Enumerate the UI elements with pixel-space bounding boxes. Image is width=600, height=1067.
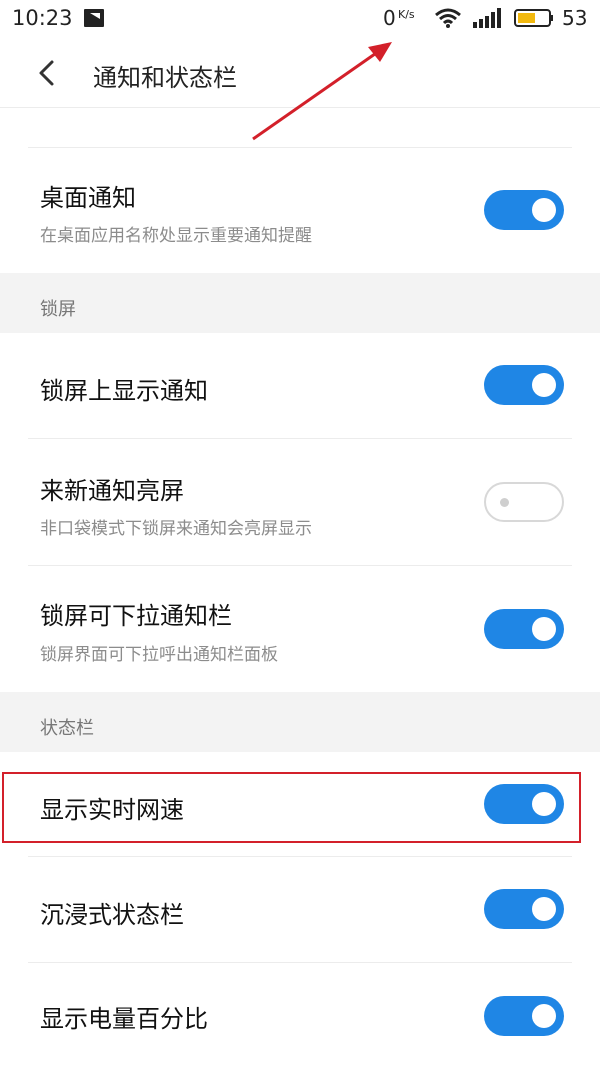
immersive-statusbar-toggle[interactable]: [484, 889, 564, 929]
wifi-icon: [435, 8, 461, 28]
wake-on-notification-toggle[interactable]: [484, 482, 564, 522]
page-title: 通知和状态栏: [93, 64, 237, 92]
setting-immersive-statusbar[interactable]: 沉浸式状态栏: [0, 857, 600, 962]
toggle-knob: [532, 198, 556, 222]
lockscreen-show-toggle[interactable]: [484, 365, 564, 405]
toggle-knob: [532, 373, 556, 397]
setting-subtitle: 非口袋模式下锁屏来通知会亮屏显示: [40, 519, 312, 539]
battery-percentage-toggle[interactable]: [484, 996, 564, 1036]
setting-title: 锁屏可下拉通知栏: [40, 602, 232, 630]
setting-title: 锁屏上显示通知: [40, 377, 208, 405]
status-time: 10:23: [12, 6, 73, 30]
notification-icon: [84, 9, 104, 27]
setting-title: 显示电量百分比: [40, 1005, 208, 1033]
desktop-notification-toggle[interactable]: [484, 190, 564, 230]
chevron-left-icon[interactable]: [30, 56, 64, 90]
toggle-knob: [500, 498, 509, 507]
signal-icon: [473, 8, 501, 28]
setting-wake-on-notification[interactable]: 来新通知亮屏 非口袋模式下锁屏来通知会亮屏显示: [0, 439, 600, 565]
setting-lockscreen-show-notification[interactable]: 锁屏上显示通知: [0, 333, 600, 438]
battery-icon: [514, 9, 553, 27]
section-label: 锁屏: [40, 299, 76, 320]
status-bar: 10:23 0 K/s 53: [0, 0, 600, 38]
toggle-knob: [532, 897, 556, 921]
setting-lockscreen-pulldown[interactable]: 锁屏可下拉通知栏 锁屏界面可下拉呼出通知栏面板: [0, 566, 600, 692]
app-header: 通知和状态栏: [0, 38, 600, 108]
toggle-knob: [532, 617, 556, 641]
setting-battery-percentage[interactable]: 显示电量百分比: [0, 963, 600, 1067]
net-speed-unit: K/s: [398, 8, 415, 21]
lockscreen-pulldown-toggle[interactable]: [484, 609, 564, 649]
section-header-lockscreen: 锁屏: [0, 273, 600, 333]
setting-title: 来新通知亮屏: [40, 477, 184, 505]
section-header-statusbar: 状态栏: [0, 692, 600, 752]
setting-title: 沉浸式状态栏: [40, 901, 184, 929]
toggle-knob: [532, 1004, 556, 1028]
highlight-annotation: [2, 772, 581, 843]
battery-percent: 53: [562, 6, 588, 30]
section-label: 状态栏: [40, 718, 94, 739]
setting-title: 桌面通知: [40, 184, 136, 212]
net-speed-value: 0: [383, 6, 396, 30]
setting-subtitle: 在桌面应用名称处显示重要通知提醒: [40, 226, 312, 246]
setting-desktop-notification[interactable]: 桌面通知 在桌面应用名称处显示重要通知提醒: [0, 148, 600, 272]
setting-subtitle: 锁屏界面可下拉呼出通知栏面板: [40, 645, 278, 665]
